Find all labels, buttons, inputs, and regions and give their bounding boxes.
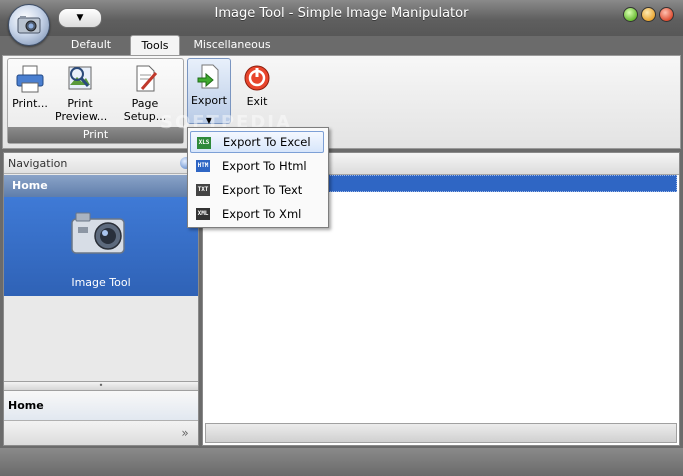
menu-item-label: Export To Excel bbox=[223, 135, 311, 149]
menu-item-label: Export To Text bbox=[222, 183, 303, 197]
camera-icon bbox=[17, 16, 41, 34]
navigation-footer: » bbox=[4, 421, 198, 445]
print-preview-label: Print Preview... bbox=[55, 97, 108, 123]
menu-item-export-xml[interactable]: XML Export To Xml bbox=[190, 203, 324, 225]
minimize-button[interactable] bbox=[623, 7, 638, 22]
more-buttons-icon[interactable]: » bbox=[176, 425, 194, 441]
camera-icon bbox=[71, 212, 125, 254]
printer-icon bbox=[16, 65, 44, 93]
nav-item-label: Image Tool bbox=[71, 276, 131, 289]
navigation-home-header[interactable]: Home bbox=[4, 175, 198, 197]
menu-item-label: Export To Html bbox=[222, 159, 307, 173]
export-icon bbox=[197, 64, 219, 89]
nav-button-home[interactable]: Home bbox=[4, 391, 198, 421]
excel-file-icon: XLS bbox=[197, 137, 211, 149]
navigation-header: Navigation bbox=[4, 153, 198, 174]
window-title: Image Tool - Simple Image Manipulator bbox=[214, 6, 469, 21]
exit-icon bbox=[244, 65, 270, 91]
exit-label: Exit bbox=[246, 95, 268, 108]
tab-miscellaneous[interactable]: Miscellaneous bbox=[192, 35, 272, 55]
html-file-icon: HTM bbox=[196, 160, 210, 172]
print-preview-button[interactable]: Print Preview... bbox=[52, 63, 108, 123]
grid-footer bbox=[205, 423, 677, 443]
table-row[interactable] bbox=[323, 175, 677, 192]
tab-default[interactable]: Default bbox=[66, 35, 116, 55]
grip-icon: • bbox=[98, 381, 104, 390]
tab-tools[interactable]: Tools bbox=[130, 35, 180, 56]
menu-item-export-html[interactable]: HTM Export To Html bbox=[190, 155, 324, 177]
print-button[interactable]: Print... bbox=[10, 63, 50, 110]
menu-item-export-excel[interactable]: XLS Export To Excel bbox=[190, 131, 324, 153]
nav-item-image-tool[interactable]: Image Tool bbox=[4, 197, 198, 296]
chevron-down-icon: ▼ bbox=[76, 13, 84, 23]
menu-item-label: Export To Xml bbox=[222, 207, 302, 221]
close-button[interactable] bbox=[659, 7, 674, 22]
title-bar: Image Tool - Simple Image Manipulator bbox=[0, 0, 683, 36]
maximize-button[interactable] bbox=[641, 7, 656, 22]
ribbon: Print... Print Preview... Page Setup... … bbox=[2, 55, 681, 149]
export-menu: XLS Export To Excel HTM Export To Html T… bbox=[187, 127, 329, 228]
quick-access-dropdown[interactable]: ▼ bbox=[58, 8, 102, 28]
print-label: Print... bbox=[12, 97, 48, 110]
pane-splitter[interactable]: • bbox=[4, 381, 198, 391]
xml-file-icon: XML bbox=[196, 208, 210, 220]
page-setup-icon bbox=[136, 65, 158, 92]
status-bar bbox=[0, 448, 683, 476]
text-file-icon: TXT bbox=[196, 184, 210, 196]
print-group: Print... Print Preview... Page Setup... … bbox=[7, 58, 184, 144]
print-preview-icon bbox=[68, 66, 92, 90]
menu-item-export-text[interactable]: TXT Export To Text bbox=[190, 179, 324, 201]
print-group-label: Print bbox=[8, 127, 183, 143]
navigation-pane: Navigation Home Image Tool • Home » bbox=[3, 152, 199, 446]
export-label: Export bbox=[190, 94, 227, 107]
app-menu-button[interactable] bbox=[8, 4, 50, 46]
